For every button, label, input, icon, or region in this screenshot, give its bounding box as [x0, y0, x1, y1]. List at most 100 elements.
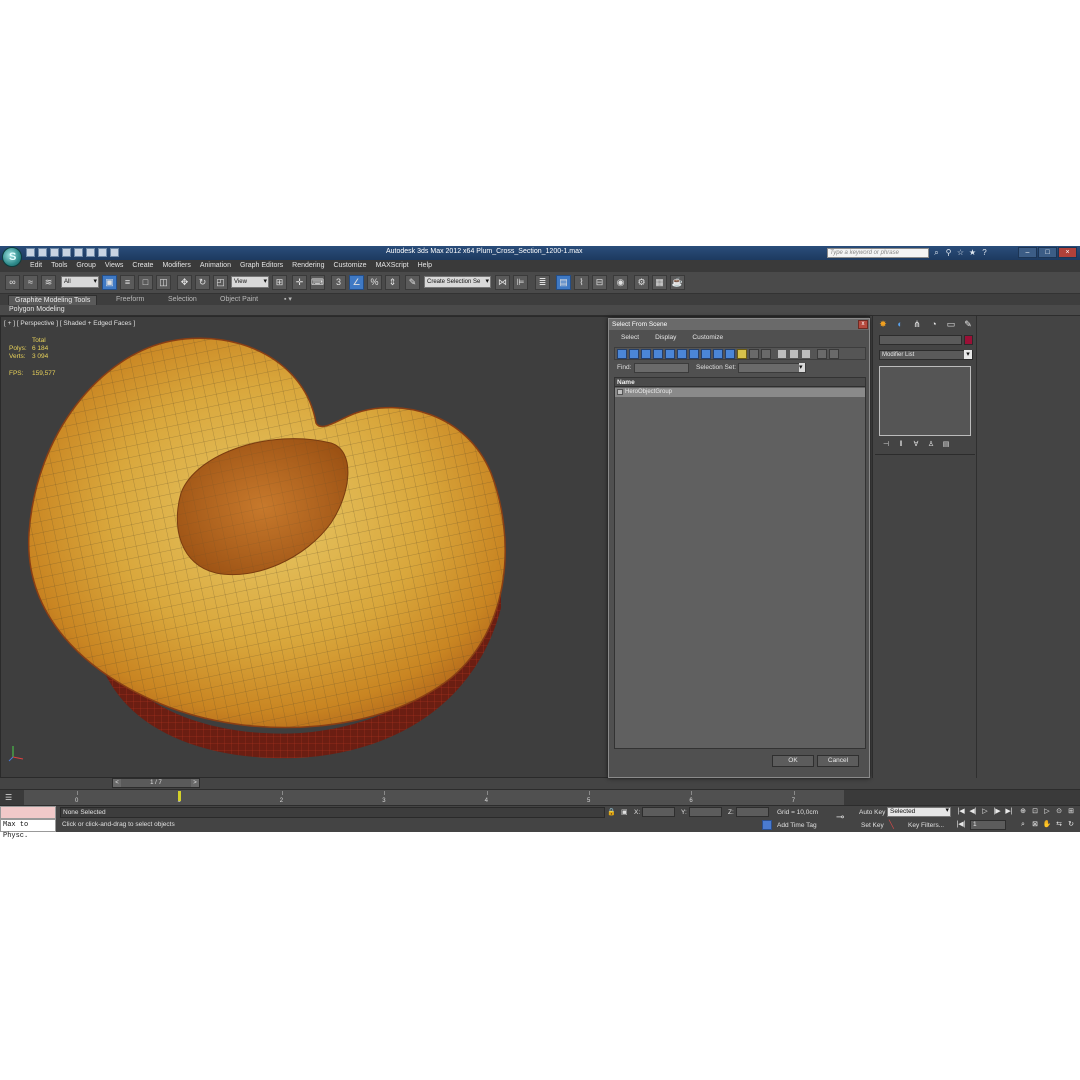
zoom-region-icon[interactable]: ⊡	[1030, 807, 1040, 817]
remove-modifier-icon[interactable]: ♙	[926, 440, 936, 449]
layer-manager-icon[interactable]: ≣	[535, 275, 550, 290]
menu-graph-editors[interactable]: Graph Editors	[240, 262, 283, 269]
list-item[interactable]: HeroObjectGroup	[615, 388, 865, 397]
set-key-icon[interactable]: ⊸	[836, 812, 844, 823]
display-lights-icon[interactable]	[641, 349, 651, 359]
modifier-stack[interactable]	[879, 366, 971, 436]
track-bar[interactable]: ☰ 01234567	[0, 789, 1080, 805]
select-object-icon[interactable]: ▣	[102, 275, 117, 290]
polygon-modeling-panel[interactable]: Polygon Modeling	[9, 306, 65, 313]
unlink-selection-icon[interactable]: ≈	[23, 275, 38, 290]
next-frame-icon[interactable]: |▶	[992, 807, 1002, 817]
track-area[interactable]: 01234567	[24, 790, 844, 805]
tab-freeform[interactable]: Freeform	[110, 295, 150, 305]
maxscript-mini-listener[interactable]: Max to Physc.	[0, 819, 56, 840]
material-editor-icon[interactable]: ◉	[613, 275, 628, 290]
y-coordinate-field[interactable]	[689, 807, 722, 817]
pan-icon[interactable]: ✋	[1042, 820, 1052, 830]
show-end-result-icon[interactable]: ‖	[896, 440, 906, 449]
x-coordinate-field[interactable]	[642, 807, 675, 817]
select-by-name-icon[interactable]: ≡	[120, 275, 135, 290]
select-all-icon[interactable]	[777, 349, 787, 359]
object-color-swatch[interactable]	[964, 335, 973, 345]
edit-named-selection-icon[interactable]: ✎	[405, 275, 420, 290]
save-file-icon[interactable]	[50, 248, 59, 257]
select-invert-icon[interactable]	[801, 349, 811, 359]
hierarchy-tab-icon[interactable]: ⋔	[911, 318, 923, 330]
close-icon[interactable]: ×	[1058, 247, 1077, 258]
window-crossing-icon[interactable]: ◫	[156, 275, 171, 290]
mirror-icon[interactable]: ⋈	[495, 275, 510, 290]
utilities-tab-icon[interactable]: ✎	[962, 318, 974, 330]
select-and-move-icon[interactable]: ✥	[177, 275, 192, 290]
bind-space-warp-icon[interactable]: ≋	[41, 275, 56, 290]
maximize-icon[interactable]: □	[1038, 247, 1057, 258]
name-column-header[interactable]: Name	[615, 378, 865, 387]
go-to-end-icon[interactable]: ▶|	[1004, 807, 1014, 817]
menu-tools[interactable]: Tools	[51, 262, 67, 269]
selection-filter-dropdown[interactable]: All	[61, 276, 99, 288]
rendered-frame-window-icon[interactable]: ▦	[652, 275, 667, 290]
rectangular-selection-icon[interactable]: □	[138, 275, 153, 290]
motion-tab-icon[interactable]: ◔	[928, 318, 940, 330]
zoom-icon[interactable]: ⌕	[1018, 820, 1028, 830]
walk-through-icon[interactable]: ⇆	[1054, 820, 1064, 830]
make-unique-icon[interactable]: ∀	[911, 440, 921, 449]
graphite-toggle-icon[interactable]: ▤	[556, 275, 571, 290]
previous-frame-icon[interactable]: ◀|	[968, 807, 978, 817]
dialog-menu-customize[interactable]: Customize	[684, 334, 731, 341]
display-shapes-icon[interactable]	[629, 349, 639, 359]
tab-graphite-modeling-tools[interactable]: Graphite Modeling Tools	[8, 295, 98, 305]
tab-selection[interactable]: Selection	[162, 295, 203, 305]
render-setup-icon[interactable]: ⚙	[634, 275, 649, 290]
menu-create[interactable]: Create	[132, 262, 153, 269]
filter-options-icon[interactable]	[829, 349, 839, 359]
arc-rotate-icon[interactable]: ↻	[1066, 820, 1076, 830]
schematic-view-icon[interactable]: ⊟	[592, 275, 607, 290]
menu-views[interactable]: Views	[105, 262, 124, 269]
time-slider[interactable]: < 1 / 7 >	[112, 778, 200, 788]
plum-cross-section-model[interactable]	[21, 323, 521, 763]
named-selection-dropdown[interactable]: Create Selection Se	[424, 276, 491, 288]
current-frame-marker[interactable]	[178, 791, 182, 801]
display-helpers-icon[interactable]	[665, 349, 675, 359]
communication-icon[interactable]: ☆	[956, 248, 965, 257]
absolute-mode-icon[interactable]: ▣	[621, 808, 628, 816]
time-slider-prev-icon[interactable]: <	[113, 779, 121, 787]
select-and-manipulate-icon[interactable]: ✛	[292, 275, 307, 290]
pin-stack-icon[interactable]: ⊣	[881, 440, 891, 449]
keyword-search-input[interactable]: Type a keyword or phrase	[827, 248, 929, 258]
zoom-all-icon[interactable]: ⊠	[1030, 820, 1040, 830]
find-input[interactable]	[634, 363, 689, 373]
menu-modifiers[interactable]: Modifiers	[162, 262, 190, 269]
menu-rendering[interactable]: Rendering	[292, 262, 324, 269]
menu-customize[interactable]: Customize	[333, 262, 366, 269]
binoculars-icon[interactable]: ⌕	[932, 248, 941, 257]
key-mode-dropdown[interactable]: Selected	[887, 807, 951, 817]
filter-icon[interactable]	[817, 349, 827, 359]
ribbon-options-icon[interactable]: ▪ ▾	[278, 295, 298, 305]
display-geometry-icon[interactable]	[617, 349, 627, 359]
dialog-menu-select[interactable]: Select	[613, 334, 647, 341]
orbit-icon[interactable]: ⊙	[1054, 807, 1064, 817]
reference-coordinate-dropdown[interactable]: View	[231, 276, 269, 288]
play-icon[interactable]: ▷	[980, 807, 990, 817]
select-and-scale-icon[interactable]: ◰	[213, 275, 228, 290]
current-frame-field[interactable]: 1	[970, 820, 1006, 830]
maxscript-listener-result[interactable]	[0, 806, 56, 819]
hold-icon[interactable]	[86, 248, 95, 257]
configure-sets-icon[interactable]: ▤	[941, 440, 951, 449]
tab-object-paint[interactable]: Object Paint	[214, 295, 264, 305]
redo-icon[interactable]	[74, 248, 83, 257]
dialog-menu-display[interactable]: Display	[647, 334, 684, 341]
object-name-field[interactable]	[879, 335, 962, 345]
display-containers-icon[interactable]	[725, 349, 735, 359]
cancel-button[interactable]: Cancel	[817, 755, 859, 767]
favorites-icon[interactable]: ★	[968, 248, 977, 257]
key-filters-button[interactable]: Key Filters...	[908, 822, 944, 829]
display-all-icon[interactable]	[761, 349, 771, 359]
create-tab-icon[interactable]: ✸	[877, 318, 889, 330]
menu-edit[interactable]: Edit	[30, 262, 42, 269]
application-button-icon[interactable]	[2, 247, 22, 267]
spinner-snap-toggle-icon[interactable]: ⇕	[385, 275, 400, 290]
